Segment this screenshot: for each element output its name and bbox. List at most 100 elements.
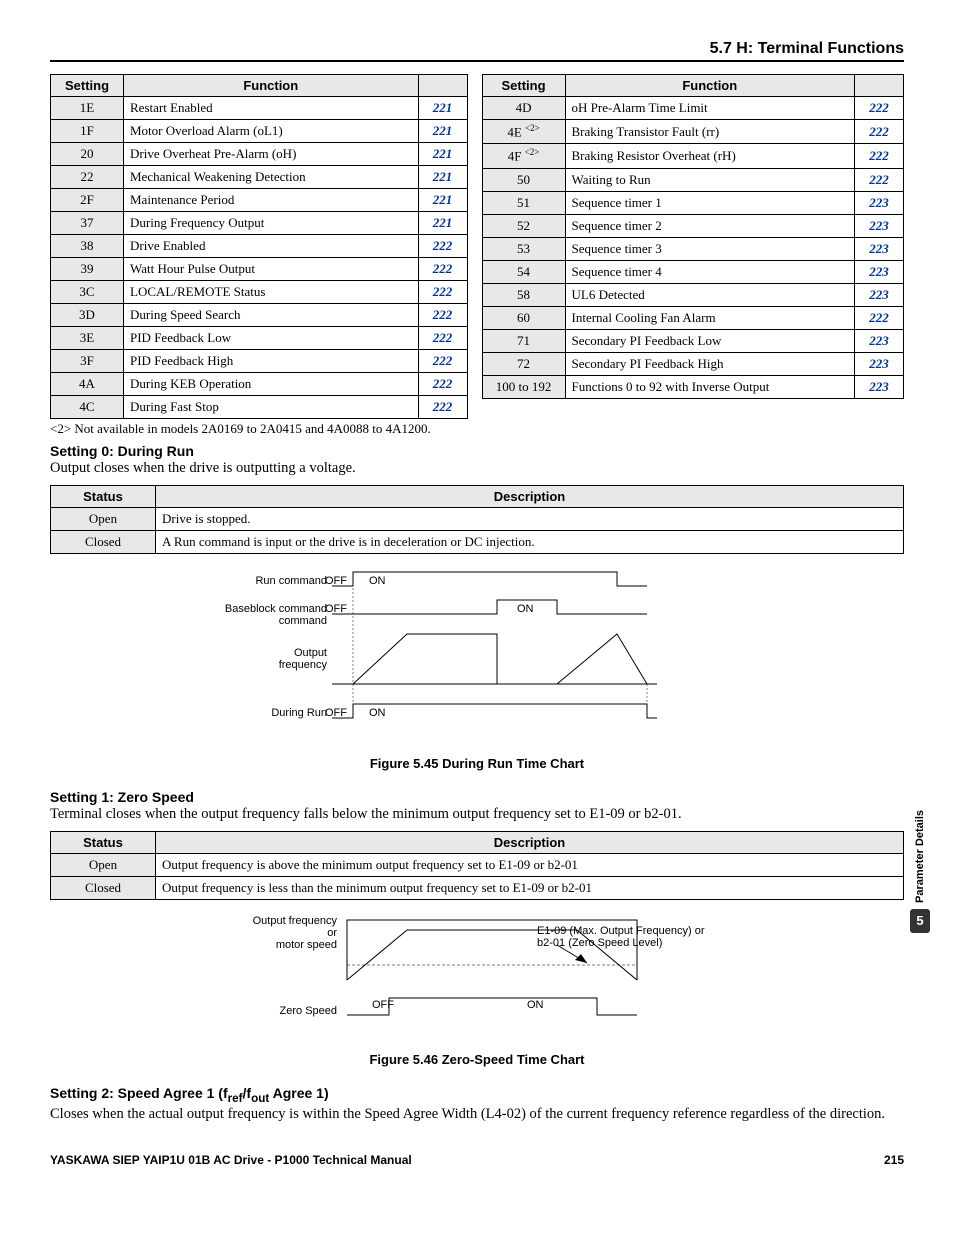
label-b2-01-note: b2-01 (Zero Speed Level) [537, 937, 662, 949]
cell-setting: 3E [51, 327, 124, 350]
cell-setting: 100 to 192 [482, 375, 565, 398]
label-off: OFF [372, 999, 394, 1011]
setting0-heading: Setting 0: During Run [50, 443, 904, 459]
setting2-sub2: out [251, 1092, 269, 1105]
setting1-heading: Setting 1: Zero Speed [50, 789, 904, 805]
col-setting: Setting [482, 75, 565, 97]
cell-page: 222 [418, 235, 467, 258]
table-row: OpenOutput frequency is above the minimu… [51, 854, 904, 877]
table-row: 38Drive Enabled222 [51, 235, 468, 258]
setting0-status-table: Status Description OpenDrive is stopped.… [50, 485, 904, 554]
cell-function: Restart Enabled [124, 97, 419, 120]
figure-5-45-diagram: Run command OFF ON Baseblock command com… [177, 564, 777, 744]
cell-page: 221 [418, 189, 467, 212]
cell-setting: 3D [51, 304, 124, 327]
table-row: 4CDuring Fast Stop222 [51, 396, 468, 419]
col-page [418, 75, 467, 97]
cell-page: 223 [855, 329, 904, 352]
cell-setting: 72 [482, 352, 565, 375]
setting1-status-table: Status Description OpenOutput frequency … [50, 831, 904, 900]
cell-function: Mechanical Weakening Detection [124, 166, 419, 189]
cell-setting: 51 [482, 191, 565, 214]
cell-page: 221 [418, 97, 467, 120]
page-footer: YASKAWA SIEP YAIP1U 01B AC Drive - P1000… [50, 1153, 904, 1167]
cell-setting: 54 [482, 260, 565, 283]
table-row: 3DDuring Speed Search222 [51, 304, 468, 327]
label-zero-speed: Zero Speed [280, 1005, 337, 1017]
cell-page: 222 [418, 373, 467, 396]
col-status: Status [51, 832, 156, 854]
section-header: 5.7 H: Terminal Functions [50, 40, 904, 62]
cell-setting: 60 [482, 306, 565, 329]
cell-function: Sequence timer 3 [565, 237, 854, 260]
table-row: 4E <2>Braking Transistor Fault (rr)222 [482, 120, 903, 144]
label-e1-09-note: E1-09 (Max. Output Frequency) or [537, 925, 705, 937]
cell-page: 222 [855, 120, 904, 144]
cell-setting: 1F [51, 120, 124, 143]
table-row: 51Sequence timer 1223 [482, 191, 903, 214]
col-page [855, 75, 904, 97]
table-row: 58UL6 Detected223 [482, 283, 903, 306]
cell-setting: 4D [482, 97, 565, 120]
cell-page: 222 [418, 304, 467, 327]
setting2-heading: Setting 2: Speed Agree 1 (fref/fout Agre… [50, 1085, 904, 1105]
settings-table-right: Setting Function 4DoH Pre-Alarm Time Lim… [482, 74, 904, 399]
setting2-title-prefix: Setting 2: Speed Agree 1 (f [50, 1085, 228, 1101]
table-row: OpenDrive is stopped. [51, 508, 904, 531]
table-row: ClosedA Run command is input or the driv… [51, 531, 904, 554]
table-row: 2FMaintenance Period221 [51, 189, 468, 212]
table-row: 20Drive Overheat Pre-Alarm (oH)221 [51, 143, 468, 166]
col-setting: Setting [51, 75, 124, 97]
cell-function: Sequence timer 2 [565, 214, 854, 237]
cell-setting: 4C [51, 396, 124, 419]
cell-function: Braking Resistor Overheat (rH) [565, 144, 854, 168]
cell-page: 222 [855, 97, 904, 120]
table-row: 50Waiting to Run222 [482, 168, 903, 191]
cell-function: PID Feedback High [124, 350, 419, 373]
label-during-run: During Run [271, 707, 327, 719]
cell-setting: 53 [482, 237, 565, 260]
label-frequency: frequency [279, 659, 328, 671]
table-row: 100 to 192Functions 0 to 92 with Inverse… [482, 375, 903, 398]
cell-page: 222 [418, 258, 467, 281]
table-row: 4DoH Pre-Alarm Time Limit222 [482, 97, 903, 120]
figure-5-46-diagram: Output frequency or motor speed E1-09 (M… [177, 910, 777, 1040]
label-motor-speed: motor speed [276, 939, 337, 951]
footer-left: YASKAWA SIEP YAIP1U 01B AC Drive - P1000… [50, 1153, 412, 1167]
table-row: 3FPID Feedback High222 [51, 350, 468, 373]
col-status: Status [51, 486, 156, 508]
cell-page: 223 [855, 237, 904, 260]
setting2-sub1: ref [228, 1092, 243, 1105]
footnote-2: <2> Not available in models 2A0169 to 2A… [50, 421, 904, 437]
cell-page: 222 [855, 168, 904, 191]
col-desc: Description [156, 832, 904, 854]
cell-desc: Output frequency is above the minimum ou… [156, 854, 904, 877]
cell-function: Secondary PI Feedback High [565, 352, 854, 375]
label-or: or [327, 927, 337, 939]
cell-function: Functions 0 to 92 with Inverse Output [565, 375, 854, 398]
cell-function: Sequence timer 4 [565, 260, 854, 283]
label-output-frequency: Output frequency [253, 915, 338, 927]
col-function: Function [565, 75, 854, 97]
table-row: 39Watt Hour Pulse Output222 [51, 258, 468, 281]
settings-table-left: Setting Function 1ERestart Enabled2211FM… [50, 74, 468, 419]
label-baseblock: Baseblock command [225, 603, 327, 615]
cell-setting: 3C [51, 281, 124, 304]
table-row: 1ERestart Enabled221 [51, 97, 468, 120]
cell-page: 222 [855, 144, 904, 168]
table-row: 4F <2>Braking Resistor Overheat (rH)222 [482, 144, 903, 168]
cell-setting: 3F [51, 350, 124, 373]
cell-page: 223 [855, 214, 904, 237]
cell-function: During Frequency Output [124, 212, 419, 235]
cell-function: Drive Overheat Pre-Alarm (oH) [124, 143, 419, 166]
cell-function: LOCAL/REMOTE Status [124, 281, 419, 304]
label-run-command: Run command [255, 575, 327, 587]
table-row: 72Secondary PI Feedback High223 [482, 352, 903, 375]
setting2-body: Closes when the actual output frequency … [50, 1106, 904, 1123]
cell-function: During Speed Search [124, 304, 419, 327]
cell-page: 222 [855, 306, 904, 329]
side-tab: Parameter Details 5 [910, 810, 930, 933]
label-on: ON [369, 575, 386, 587]
table-row: 53Sequence timer 3223 [482, 237, 903, 260]
cell-setting: 1E [51, 97, 124, 120]
